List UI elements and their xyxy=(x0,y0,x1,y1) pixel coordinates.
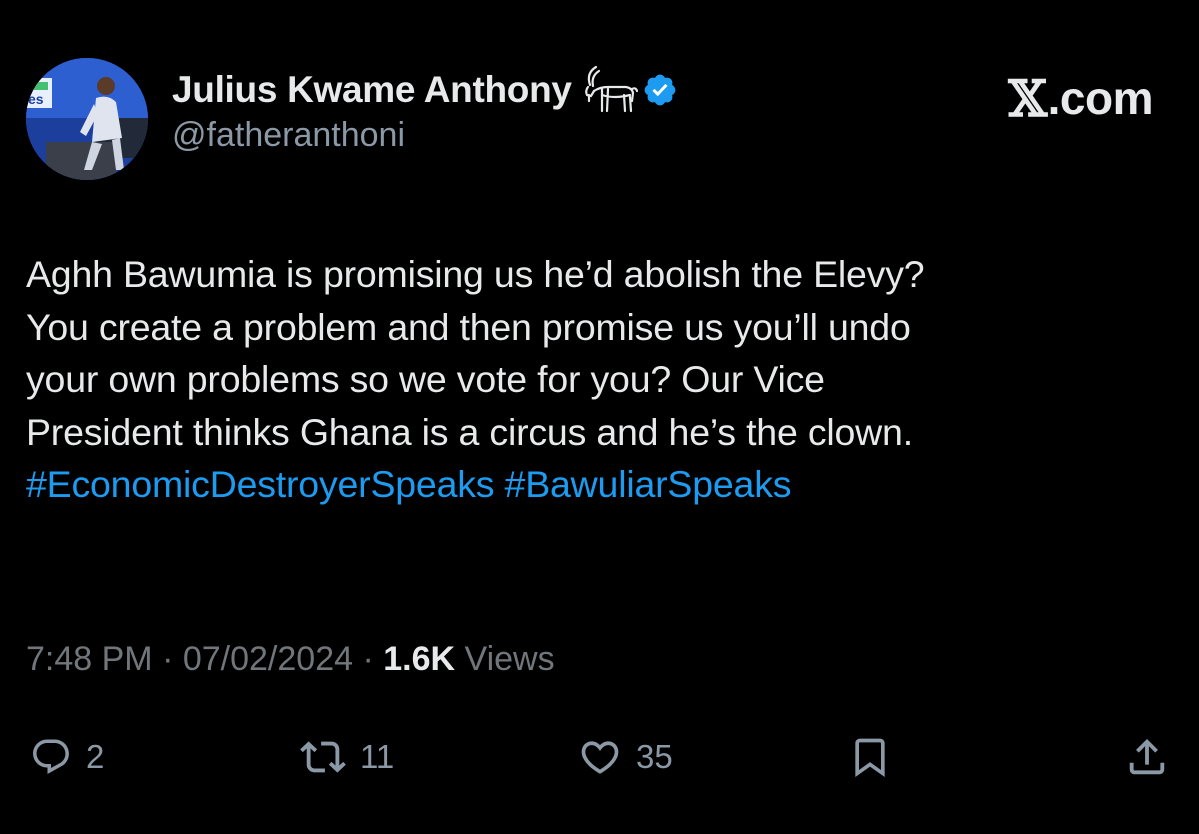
hashtag-link[interactable]: #BawuliarSpeaks xyxy=(505,463,792,505)
hashtag-link[interactable]: #EconomicDestroyerSpeaks xyxy=(26,463,495,505)
like-count: 35 xyxy=(636,738,673,775)
meta-separator: · xyxy=(152,640,183,678)
tweet-text: Aghh Bawumia is promising us he’d abolis… xyxy=(26,248,1176,511)
tweet-time[interactable]: 7:48 PM xyxy=(26,640,153,678)
brand-logo: 𝕏 .com xyxy=(1008,68,1154,128)
reply-count: 2 xyxy=(86,738,105,775)
repost-count: 11 xyxy=(360,738,395,775)
bookmark-button[interactable] xyxy=(848,732,892,782)
tweet-card: es Julius Kwame Anthony @fatheranthoni 𝕏… xyxy=(0,0,1199,834)
author-handle[interactable]: @fatheranthoni xyxy=(172,116,405,155)
views-label: Views xyxy=(455,640,555,678)
reply-icon xyxy=(33,739,69,774)
tweet-text-line: Aghh Bawumia is promising us he’d abolis… xyxy=(26,253,925,295)
tweet-date[interactable]: 07/02/2024 xyxy=(183,640,353,678)
repost-icon xyxy=(300,741,346,773)
tweet-text-line: You create a problem and then promise us… xyxy=(26,305,911,348)
tweet-text-line: President thinks Ghana is a circus and h… xyxy=(26,410,913,453)
share-icon xyxy=(1129,738,1165,775)
reply-button[interactable]: 2 xyxy=(30,732,104,782)
avatar-image: es xyxy=(26,58,148,180)
tweet-text-line: your own problems so we vote for you? Ou… xyxy=(26,358,825,400)
goat-emoji-icon xyxy=(584,65,638,113)
views-count: 1.6K xyxy=(383,640,456,678)
hashtag-line: #EconomicDestroyerSpeaks #BawuliarSpeaks xyxy=(26,458,1176,511)
verified-badge-icon xyxy=(644,74,676,106)
author-name-row: Julius Kwame Anthony xyxy=(172,62,678,118)
meta-separator: · xyxy=(353,640,384,678)
x-logo-icon: 𝕏 xyxy=(1008,68,1047,128)
share-button[interactable] xyxy=(1124,732,1170,782)
svg-text:es: es xyxy=(28,91,44,107)
bookmark-icon xyxy=(855,738,885,778)
heart-icon xyxy=(581,741,619,774)
display-name[interactable]: Julius Kwame Anthony xyxy=(172,69,572,111)
avatar[interactable]: es xyxy=(26,58,148,180)
like-button[interactable]: 35 xyxy=(578,732,673,782)
repost-button[interactable]: 11 xyxy=(300,732,394,782)
brand-suffix: .com xyxy=(1047,72,1154,124)
tweet-meta: 7:48 PM · 07/02/2024 · 1.6K Views xyxy=(26,640,555,679)
